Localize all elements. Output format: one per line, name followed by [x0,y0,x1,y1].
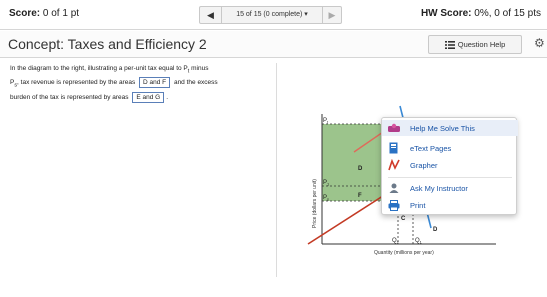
qty-label-q1: Q1 [415,238,423,245]
top-bar: Score: 0 of 1 pt ◀ 15 of 15 (0 complete)… [0,0,547,30]
menu-item-ask-instructor[interactable]: Ask My Instructor [382,180,518,196]
question-text-line: , tax revenue is represented by the area… [17,79,136,87]
page-title: Concept: Taxes and Efficiency 2 [8,36,207,52]
score-label: Score: [9,8,41,19]
y-axis-label: Price (dollars per unit) [312,179,318,228]
price-label-p1: P1 [323,180,330,187]
menu-item-grapher[interactable]: Grapher [382,157,518,173]
question-help-button[interactable]: Question Help [428,35,522,54]
panel-divider [276,63,277,277]
left-arrow-icon: ◀ [207,10,214,20]
hw-score-label: HW Score: [420,8,472,19]
question-text-line: . [166,93,169,101]
question-navigator: ◀ 15 of 15 (0 complete) ▾ ▶ [199,6,342,24]
next-question-button[interactable]: ▶ [323,7,341,23]
qty-label-q2: Q2 [392,238,400,245]
question-text-line: burden of the tax is represented by area… [10,93,129,101]
menu-separator [388,177,512,178]
menu-item-label: eText Pages [410,143,452,153]
question-text-line: minus [189,65,209,72]
question-text: In the diagram to the right, illustratin… [10,63,272,103]
demand-label: D [433,227,438,233]
hw-score: HW Score: 0%, 0 of 15 pts [421,8,541,19]
answer-field-excess-burden[interactable]: E and G [132,91,165,103]
menu-item-help-me-solve[interactable]: Help Me Solve This [382,120,518,136]
menu-item-print[interactable]: Print [382,197,518,213]
menu-item-label: Grapher [410,160,438,170]
list-icon [444,40,455,49]
menu-item-label: Print [410,200,426,210]
question-content: In the diagram to the right, illustratin… [0,59,547,297]
menu-item-etext-pages[interactable]: eText Pages [382,140,518,156]
help-solve-icon [387,122,401,134]
menu-item-label: Ask My Instructor [410,183,468,193]
score-value: 0 of 1 pt [42,8,80,19]
score: Score: 0 of 1 pt [9,8,79,19]
area-c-label: C [401,216,406,222]
price-label-ps: Ps [323,195,329,202]
question-help-label: Question Help [457,40,506,49]
previous-question-button[interactable]: ◀ [200,7,222,23]
answer-field-revenue[interactable]: D and F [139,77,171,89]
question-text-line: and the excess [173,79,218,87]
etext-book-icon [387,142,401,154]
instructor-icon [387,182,401,194]
right-arrow-icon: ▶ [328,10,336,20]
area-f-label: F [358,193,362,199]
title-bar: Concept: Taxes and Efficiency 2 Question… [0,31,547,58]
question-text-line: In the diagram to the right, illustratin… [10,65,188,72]
menu-item-label: Help Me Solve This [410,123,475,133]
question-help-menu: Help Me Solve This eText Pages Grapher A… [381,117,518,215]
price-label-pt: Pt [323,118,329,125]
question-selector[interactable]: 15 of 15 (0 complete) ▾ [222,7,323,23]
gear-icon[interactable]: ⚙ [534,36,545,50]
area-d-label: D [358,166,363,172]
printer-icon [387,199,401,211]
x-axis-label: Quantity (millions per year) [374,250,434,256]
grapher-icon [387,159,401,171]
hw-score-value: 0%, 0 of 15 pts [474,8,541,19]
